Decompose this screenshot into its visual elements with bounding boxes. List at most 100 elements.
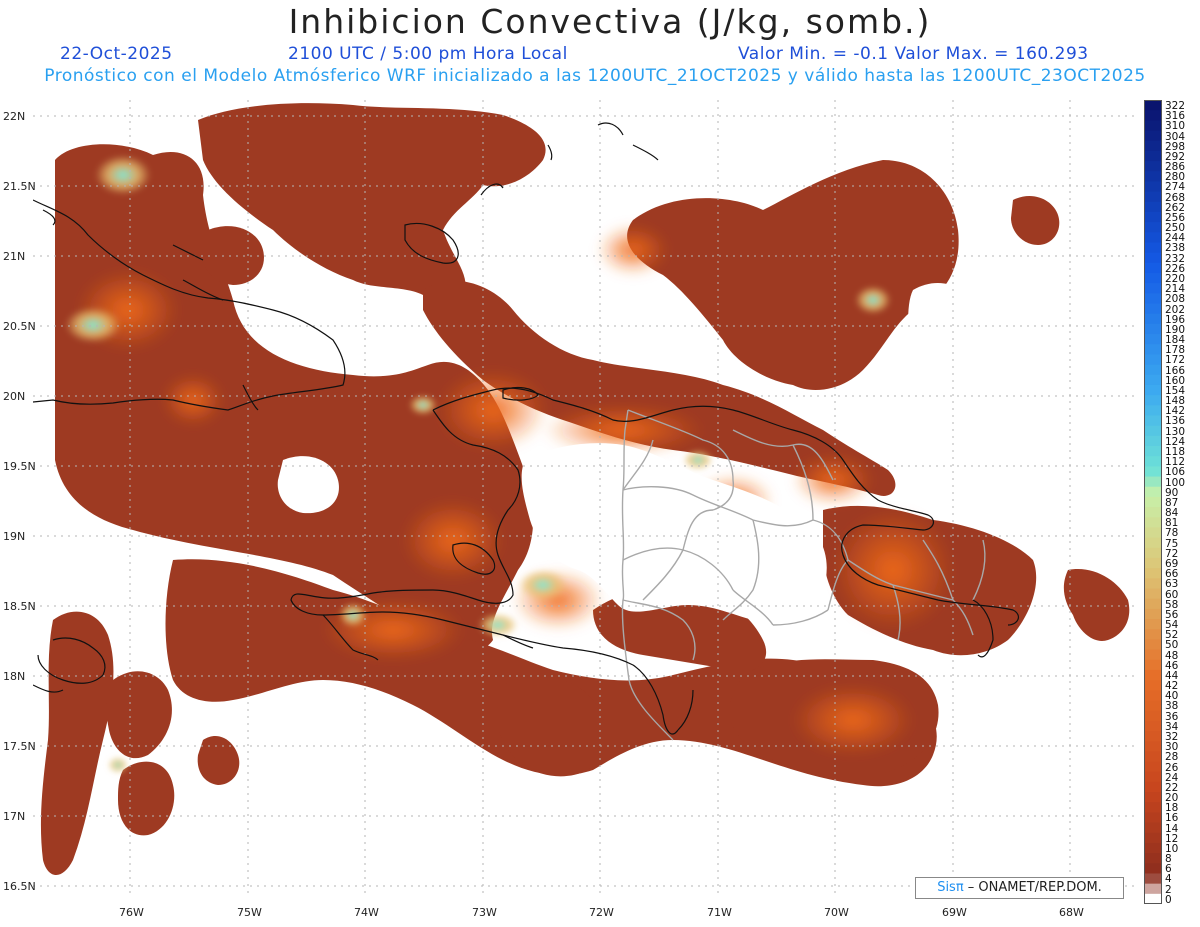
colorbar-swatch xyxy=(1144,720,1162,732)
colorbar-swatch xyxy=(1144,150,1162,162)
colorbar-swatch xyxy=(1144,883,1162,895)
cin-region-east-top xyxy=(1011,195,1060,245)
lon-label: 68W xyxy=(1059,906,1084,919)
sispi-logo-text: Sisπ xyxy=(937,880,964,895)
colorbar-swatch xyxy=(1144,730,1162,742)
lon-label: 72W xyxy=(589,906,614,919)
colorbar-swatch xyxy=(1144,222,1162,233)
colorbar-swatch xyxy=(1144,507,1162,518)
colorbar-label: 106 xyxy=(1165,466,1186,479)
colorbar-swatch xyxy=(1144,680,1162,691)
cin-region-far-east xyxy=(1063,569,1130,641)
colorbar-swatch xyxy=(1144,659,1162,671)
lon-label: 75W xyxy=(237,906,262,919)
colorbar-swatch xyxy=(1144,232,1162,243)
colorbar-swatch xyxy=(1144,822,1162,834)
lat-label: 19N xyxy=(3,530,26,543)
colorbar-label: 136 xyxy=(1165,415,1186,428)
colorbar-swatch xyxy=(1144,802,1162,813)
colorbar-swatch xyxy=(1144,608,1162,620)
colorbar-swatch xyxy=(1144,344,1162,355)
credit-org: – ONAMET/REP.DOM. xyxy=(963,880,1102,895)
lat-label: 19.5N xyxy=(3,460,36,473)
colorbar-swatch xyxy=(1144,476,1162,488)
colorbar-swatch xyxy=(1144,598,1162,610)
lon-label: 71W xyxy=(707,906,732,919)
colorbar-swatch xyxy=(1144,303,1162,315)
cin-region-southwest xyxy=(40,611,114,875)
forecast-time: 2100 UTC / 5:00 pm Hora Local xyxy=(288,44,568,64)
lat-label: 17N xyxy=(3,810,26,823)
colorbar-swatch xyxy=(1144,700,1162,712)
colorbar-swatch xyxy=(1144,517,1162,528)
colorbar-swatch xyxy=(1144,425,1162,437)
colorbar-label: 0 xyxy=(1165,893,1172,906)
colorbar-swatch xyxy=(1144,639,1162,651)
colorbar-swatch xyxy=(1144,486,1162,498)
colorbar-swatch xyxy=(1144,578,1162,590)
colorbar-swatch xyxy=(1144,405,1162,416)
colorbar-swatch xyxy=(1144,262,1162,274)
colorbar-swatch xyxy=(1144,130,1162,142)
colorbar-swatch xyxy=(1144,171,1162,182)
colorbar-swatch xyxy=(1144,201,1162,213)
lat-label: 22N xyxy=(3,110,26,123)
lat-label: 20.5N xyxy=(3,320,36,333)
colorbar-swatch xyxy=(1144,690,1162,701)
colorbar-swatch xyxy=(1144,771,1162,783)
min-max-values: Valor Min. = -0.1 Valor Max. = 160.293 xyxy=(738,44,1089,64)
cin-map xyxy=(33,100,1137,896)
colorbar-swatch xyxy=(1144,191,1162,203)
colorbar-swatch xyxy=(1144,323,1162,335)
colorbar-swatch xyxy=(1144,313,1162,325)
colorbar-label: 172 xyxy=(1165,354,1186,367)
lat-label: 21N xyxy=(3,250,26,263)
colorbar-label: 28 xyxy=(1165,751,1179,764)
colorbar-label: 16 xyxy=(1165,812,1179,825)
lat-label: 20N xyxy=(3,390,26,403)
lon-label: 69W xyxy=(942,906,967,919)
colorbar-swatch xyxy=(1144,893,1162,904)
colorbar-swatch xyxy=(1144,568,1162,579)
colorbar-swatch xyxy=(1144,466,1162,478)
colorbar-label: 310 xyxy=(1165,120,1186,133)
cin-region-south-tiny xyxy=(197,735,240,785)
colorbar-label: 63 xyxy=(1165,578,1179,591)
colorbar-label: 38 xyxy=(1165,700,1179,713)
colorbar-swatch xyxy=(1144,842,1162,854)
colorbar-label: 238 xyxy=(1165,242,1186,255)
colorbar-swatch xyxy=(1144,181,1162,193)
colorbar-swatch xyxy=(1144,557,1162,569)
lat-label: 18N xyxy=(3,670,26,683)
colorbar-label: 274 xyxy=(1165,181,1186,194)
colorbar-swatch xyxy=(1144,537,1162,549)
colorbar-swatch xyxy=(1144,588,1162,600)
colorbar-swatch xyxy=(1144,334,1162,345)
colorbar-swatch xyxy=(1144,120,1162,132)
cin-shading xyxy=(40,103,1130,875)
colorbar-swatch xyxy=(1144,527,1162,539)
colorbar-swatch xyxy=(1144,741,1162,752)
colorbar-swatch xyxy=(1144,761,1162,773)
colorbar-swatch xyxy=(1144,853,1162,864)
colorbar-swatch xyxy=(1144,629,1162,640)
lat-label: 21.5N xyxy=(3,180,36,193)
colorbar-swatch xyxy=(1144,140,1162,152)
colorbar-swatch xyxy=(1144,374,1162,386)
colorbar-swatch xyxy=(1144,710,1162,722)
cin-region-northeast xyxy=(627,160,959,390)
colorbar-swatch xyxy=(1144,252,1162,264)
colorbar-swatch xyxy=(1144,273,1162,284)
colorbar-swatch xyxy=(1144,669,1162,681)
colorbar-swatch xyxy=(1144,435,1162,447)
colorbar-swatch xyxy=(1144,619,1162,630)
lat-label: 18.5N xyxy=(3,600,36,613)
lon-label: 74W xyxy=(354,906,379,919)
colorbar-swatch xyxy=(1144,456,1162,467)
colorbar-swatch xyxy=(1144,863,1162,874)
colorbar-label: 60 xyxy=(1165,588,1179,601)
colorbar-swatch xyxy=(1144,293,1162,305)
forecast-date: 22-Oct-2025 xyxy=(60,44,173,64)
lon-label: 73W xyxy=(472,906,497,919)
chart-title: Inhibicion Convectiva (J/kg, somb.) xyxy=(288,2,932,41)
